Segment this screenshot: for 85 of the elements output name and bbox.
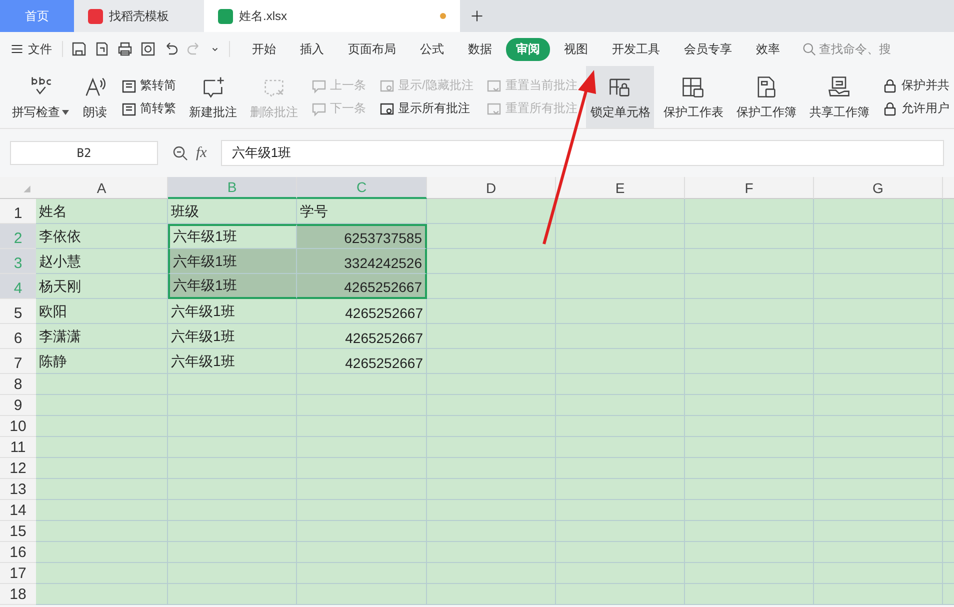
table-cell: 李依依	[36, 224, 168, 249]
row-header[interactable]: 17	[0, 563, 36, 584]
ribbon-button[interactable]: 共享工作簿	[805, 66, 874, 128]
comment-eye-icon	[379, 78, 395, 94]
share-book-icon	[826, 74, 852, 100]
table-cell: 班级	[168, 199, 297, 224]
document-tab[interactable]: 姓名.xlsx	[204, 0, 460, 32]
row-header[interactable]: 1	[0, 199, 36, 224]
print-icon	[117, 41, 133, 57]
ribbon-button[interactable]: 保护工作簿	[732, 66, 800, 128]
document-tab[interactable]: 找稻壳模板	[74, 0, 204, 32]
table-cell: 六年级1班	[168, 349, 297, 374]
spreadsheet-logo-icon	[218, 8, 233, 24]
lock-share-icon	[882, 78, 898, 94]
row-header[interactable]: 15	[0, 521, 36, 542]
row-header[interactable]: 7	[0, 349, 36, 374]
table-cell: 6253737585	[297, 224, 427, 249]
table-cell: 陈静	[36, 349, 168, 374]
formula-input[interactable]: 六年级1班	[220, 140, 944, 166]
ribbon-tab[interactable]: 开发工具	[602, 38, 670, 60]
lock-share-icon	[882, 100, 898, 116]
row-header[interactable]: 18	[0, 584, 36, 605]
row-header[interactable]: 12	[0, 458, 36, 479]
ribbon-button[interactable]: 允许用户	[882, 100, 950, 117]
column-header[interactable]: G	[814, 177, 943, 199]
column-header[interactable]: F	[685, 177, 814, 199]
row-header[interactable]: 11	[0, 437, 36, 458]
add-tab-icon	[470, 9, 484, 23]
row-header[interactable]: 10	[0, 416, 36, 437]
ribbon-button[interactable]: 显示所有批注	[379, 100, 474, 117]
row-header[interactable]: 13	[0, 479, 36, 500]
ribbon-button[interactable]: 朗读	[78, 66, 112, 128]
table-cell: 4265252667	[297, 324, 427, 349]
comment-eye-icon	[379, 100, 395, 116]
ribbon-button[interactable]: 简转繁	[121, 100, 176, 117]
zoom-icon	[172, 145, 188, 161]
row-header[interactable]: 9	[0, 395, 36, 416]
ribbon-tab[interactable]: 数据	[458, 38, 502, 60]
table-cell: 六年级1班	[168, 324, 297, 349]
ribbon-button[interactable]: 拼写检查	[8, 66, 73, 128]
table-cell: 六年级1班	[168, 274, 297, 299]
column-header[interactable]: A	[36, 177, 168, 199]
ribbon-tab[interactable]: 开始	[242, 38, 286, 60]
ribbon-tab[interactable]: 效率	[746, 38, 790, 60]
file-menu[interactable]: 文件	[10, 40, 58, 58]
comment-reset-icon	[486, 78, 502, 94]
ribbon-button[interactable]: 新建批注	[185, 66, 241, 128]
ribbon-tab[interactable]: 插入	[290, 38, 334, 60]
name-box[interactable]: B2	[10, 141, 158, 165]
table-cell: 李潇潇	[36, 324, 168, 349]
table-cell: 4265252667	[297, 349, 427, 374]
select-all-icon	[22, 184, 32, 194]
print-preview-icon	[140, 41, 156, 57]
ribbon-tab[interactable]: 会员专享	[674, 38, 742, 60]
table-cell: 姓名	[36, 199, 168, 224]
export-icon	[94, 41, 110, 57]
ribbon-button[interactable]: 保护工作表	[659, 66, 728, 128]
table-cell: 欧阳	[36, 299, 168, 324]
table-cell: 六年级1班	[168, 299, 297, 324]
table-cell: 3324242526	[297, 249, 427, 274]
unsaved-dot-icon	[440, 13, 446, 19]
row-header[interactable]: 8	[0, 374, 36, 395]
docer-logo-icon	[88, 8, 103, 24]
ribbon-tab[interactable]: 视图	[554, 38, 598, 60]
save-icon	[71, 41, 87, 57]
comment-icon	[311, 100, 327, 116]
row-header[interactable]: 16	[0, 542, 36, 563]
row-header[interactable]: 14	[0, 500, 36, 521]
menu-icon	[10, 42, 24, 56]
ribbon-button[interactable]: 锁定单元格	[586, 66, 654, 128]
column-header[interactable]: E	[556, 177, 685, 199]
ribbon-tab[interactable]: 公式	[410, 38, 454, 60]
function-label: fx	[196, 144, 207, 162]
row-header[interactable]: 5	[0, 299, 36, 324]
table-cell: 4265252667	[297, 274, 427, 299]
column-header[interactable]: D	[427, 177, 556, 199]
ribbon-button[interactable]: 繁转简	[121, 77, 176, 94]
comment-icon	[311, 78, 327, 94]
table-cell: 六年级1班	[168, 249, 297, 274]
ribbon-tab[interactable]: 页面布局	[338, 38, 406, 60]
row-header[interactable]: 6	[0, 324, 36, 349]
table-cell: 4265252667	[297, 299, 427, 324]
search-icon	[802, 42, 816, 56]
ribbon-button[interactable]: 保护并共	[882, 77, 950, 94]
comment-reset-icon	[486, 100, 502, 116]
